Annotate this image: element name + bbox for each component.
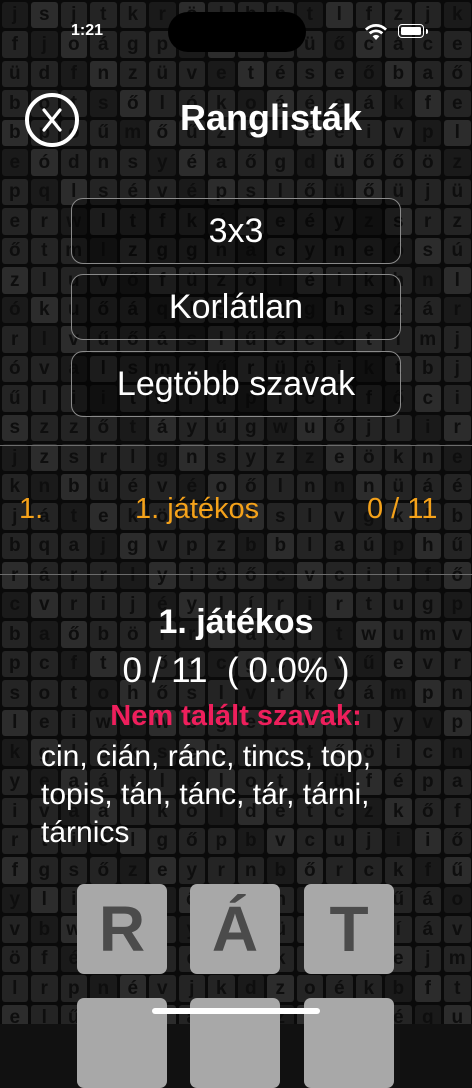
missed-words-list: cin, cián, ránc, tincs, top, topis, tán,…	[41, 740, 372, 849]
divider	[0, 574, 472, 575]
option-3x3-button[interactable]: 3x3	[71, 198, 401, 264]
missed-words-label: Nem talált szavak:	[110, 700, 362, 732]
option-unlimited-button[interactable]: Korlátlan	[71, 274, 401, 340]
battery-icon	[398, 24, 428, 38]
board-tile[interactable]: T	[304, 884, 394, 974]
option-most-words-button[interactable]: Legtöbb szavak	[71, 351, 401, 417]
wifi-icon	[365, 24, 387, 40]
ranking-position[interactable]: 1.	[19, 493, 43, 526]
dynamic-island	[168, 12, 306, 52]
home-indicator[interactable]	[152, 1008, 320, 1014]
board-tile[interactable]: R	[77, 884, 167, 974]
board-tile[interactable]: Á	[190, 884, 280, 974]
page-title: Ranglisták	[179, 97, 363, 138]
close-button[interactable]	[25, 93, 79, 147]
ranking-score[interactable]: 0 / 11	[367, 493, 437, 526]
ranking-player-name[interactable]: 1. játékos	[135, 493, 259, 526]
detail-player-name: 1. játékos	[158, 603, 314, 641]
status-time: 1:21	[71, 22, 104, 39]
x-circle-icon	[42, 108, 62, 132]
detail-score: 0 / 11 ( 0.0% )	[122, 651, 350, 690]
divider	[0, 445, 472, 446]
